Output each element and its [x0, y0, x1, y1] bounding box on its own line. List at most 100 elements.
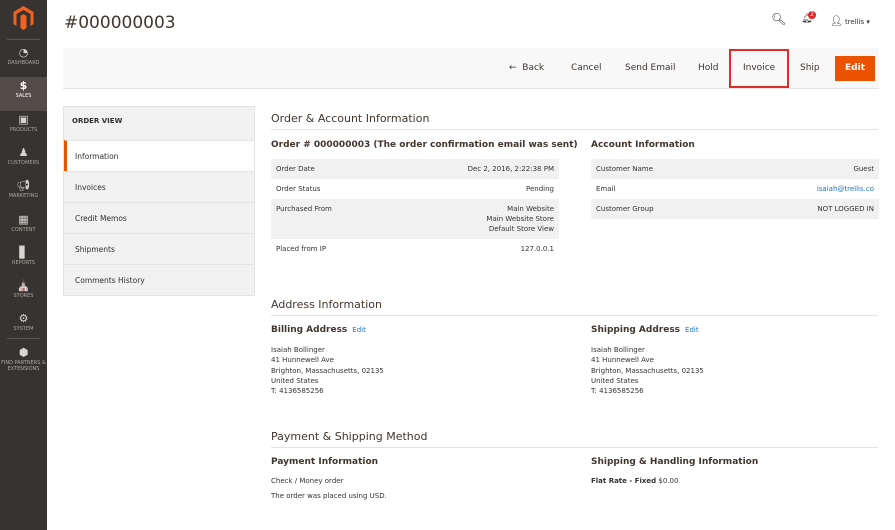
- row-label: Customer Name: [596, 165, 653, 173]
- row-value: NOT LOGGED IN: [817, 205, 874, 213]
- hold-button[interactable]: Hold: [698, 48, 719, 89]
- payment-title: Payment Information: [271, 457, 379, 467]
- sidebar-item-label: REPORTS: [12, 259, 35, 266]
- sidebar-item-label: SYSTEM: [13, 326, 34, 333]
- sidebar-item-find[interactable]: ⬢ FIND PARTNERS & EXTENSIONS: [0, 344, 47, 378]
- page-actions-bar: ← Back Cancel Send Email Hold Invoice Sh…: [63, 48, 879, 89]
- gear-icon: ⚙: [18, 312, 29, 326]
- sidebar-item-label: CONTENT: [11, 226, 36, 233]
- email-link[interactable]: isaiah@trellis.co: [817, 184, 874, 194]
- sidebar-item-dashboard[interactable]: ◔ DASHBOARD: [0, 44, 47, 78]
- sidebar-item-label: PRODUCTS: [9, 126, 38, 133]
- search-icon[interactable]: 🔍︎: [771, 12, 786, 26]
- edit-billing-link[interactable]: Edit: [352, 326, 366, 334]
- order-view-title: ORDER VIEW: [72, 117, 123, 125]
- sidebar-item-system[interactable]: ⚙ SYSTEM: [0, 310, 47, 344]
- send-email-button[interactable]: Send Email: [625, 48, 676, 89]
- magento-logo[interactable]: [13, 6, 34, 30]
- order-view-tabs: ORDER VIEW Information Invoices Credit Mem…: [63, 106, 255, 296]
- row-label: Email: [596, 185, 616, 193]
- shipping-address: Isaiah Bollinger 41 Hunnewell Ave Brighton…: [591, 345, 704, 396]
- address-line: United States: [591, 376, 639, 385]
- address-line: Brighton, Massachusetts, 02135: [271, 366, 384, 375]
- dashboard-icon: ◔: [18, 46, 29, 59]
- sidebar-item-label: MARKETING: [8, 193, 39, 200]
- address-line: Isaiah Bollinger: [591, 346, 645, 354]
- row-label: Customer Group: [596, 205, 654, 213]
- edit-shipping-link[interactable]: Edit: [685, 326, 699, 334]
- section-title: Address Information: [271, 298, 878, 316]
- sidebar-item-stores[interactable]: ⛪ STORES: [0, 277, 47, 311]
- row-value: 127.0.0.1: [520, 245, 554, 253]
- address-line: United States: [271, 376, 319, 385]
- address-line: T: 4136585256: [271, 387, 324, 396]
- megaphone-icon: 📢︎: [16, 179, 31, 193]
- sidebar-item-customers[interactable]: ♟ CUSTOMERS: [0, 144, 47, 178]
- sidebar-item-label: CUSTOMERS: [7, 159, 40, 166]
- section-title: Payment & Shipping Method: [271, 430, 878, 448]
- bar-chart-icon: ▋: [19, 245, 28, 259]
- person-icon: ♟: [18, 145, 29, 159]
- account-info-table: Customer Name Guest Email isaiah@trellis.co…: [591, 159, 879, 219]
- divider: [7, 338, 40, 339]
- edit-button[interactable]: Edit: [835, 56, 875, 81]
- billing-address: Isaiah Bollinger 41 Hunnewell Ave Brighton…: [271, 345, 384, 396]
- account-title: Account Information: [591, 140, 695, 150]
- payment-method: Check / Money order: [271, 477, 344, 485]
- tab-information[interactable]: Information: [64, 140, 254, 171]
- tab-comments-history[interactable]: Comments History: [64, 264, 254, 295]
- sidebar-item-sales[interactable]: $ SALES: [0, 77, 47, 112]
- billing-address-title: Billing Address: [271, 325, 348, 335]
- sidebar-item-label: SALES: [15, 93, 32, 100]
- user-menu[interactable]: 👤︎ trellis ▾: [830, 16, 870, 27]
- address-line: T: 4136585256: [591, 387, 644, 396]
- ship-button[interactable]: Ship: [800, 48, 820, 89]
- address-line: Isaiah Bollinger: [271, 346, 325, 354]
- row-value: Dec 2, 2016, 2:22:38 PM: [467, 165, 554, 173]
- admin-sidebar: ◔ DASHBOARD $ SALES ▣ PRODUCTS ♟ CUSTOMERS 📢︎ MAR…: [0, 0, 47, 530]
- row-value: Main Website Main Website Store Default …: [486, 205, 554, 233]
- row-value: Pending: [526, 185, 554, 193]
- row-label: Order Status: [276, 185, 321, 193]
- table-row: Customer Group NOT LOGGED IN: [591, 199, 879, 219]
- sidebar-item-products[interactable]: ▣ PRODUCTS: [0, 111, 47, 145]
- row-label: Placed from IP: [276, 245, 327, 253]
- user-name: trellis: [844, 18, 865, 26]
- address-line: 41 Hunnewell Ave: [271, 356, 334, 365]
- box-icon: ▣: [18, 112, 29, 126]
- row-label: Order Date: [276, 165, 315, 173]
- cancel-button[interactable]: Cancel: [571, 48, 602, 89]
- layout-icon: ▦: [18, 212, 29, 226]
- table-row: Order Status Pending: [271, 179, 559, 199]
- tab-shipments[interactable]: Shipments: [64, 233, 254, 264]
- sidebar-item-label: STORES: [13, 293, 34, 300]
- table-row: Email isaiah@trellis.co: [591, 179, 879, 199]
- sidebar-item-reports[interactable]: ▋ REPORTS: [0, 244, 47, 278]
- shipping-handling-title: Shipping & Handling Information: [591, 457, 759, 467]
- tab-invoices[interactable]: Invoices: [64, 171, 254, 202]
- sidebar-item-marketing[interactable]: 📢︎ MARKETING: [0, 177, 47, 211]
- address-line: 41 Hunnewell Ave: [591, 356, 654, 365]
- invoice-button[interactable]: Invoice: [729, 49, 790, 88]
- back-button[interactable]: ← Back: [509, 48, 544, 89]
- section-title: Order & Account Information: [271, 112, 878, 130]
- sidebar-item-label: DASHBOARD: [7, 60, 40, 66]
- table-row: Customer Name Guest: [591, 159, 879, 179]
- shipping-price: $0.00: [658, 477, 679, 485]
- notifications-bell-icon[interactable]: 🔔︎ 2: [801, 11, 816, 24]
- notification-count-badge: 2: [808, 11, 816, 19]
- table-row: Purchased From Main Website Main Website …: [271, 199, 559, 239]
- payment-note: The order was placed using USD.: [271, 492, 387, 500]
- divider: [7, 39, 40, 40]
- arrow-left-icon: ←: [509, 63, 517, 73]
- dollar-icon: $: [19, 79, 28, 93]
- address-line: Brighton, Massachusetts, 02135: [591, 366, 704, 375]
- user-icon: 👤︎: [830, 16, 843, 27]
- sidebar-item-content[interactable]: ▦ CONTENT: [0, 211, 47, 245]
- store-icon: ⛪: [16, 279, 31, 293]
- table-row: Placed from IP 127.0.0.1: [271, 239, 559, 259]
- shipping-method: Flat Rate - Fixed: [591, 477, 657, 485]
- tab-credit-memos[interactable]: Credit Memos: [64, 202, 254, 233]
- table-row: Order Date Dec 2, 2016, 2:22:38 PM: [271, 159, 559, 179]
- shipping-address-title: Shipping Address: [591, 325, 681, 335]
